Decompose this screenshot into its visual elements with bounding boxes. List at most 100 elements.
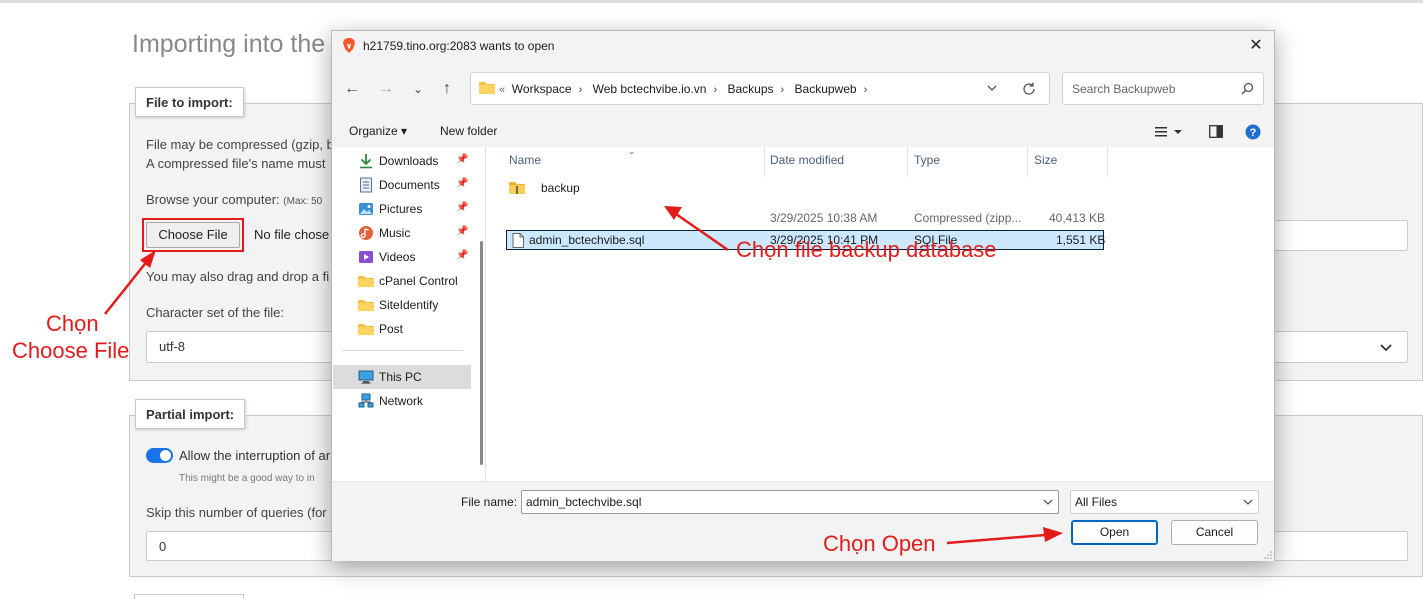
nav-item-label: Post bbox=[379, 322, 404, 336]
breadcrumb-overflow[interactable]: « bbox=[499, 84, 505, 96]
network-icon bbox=[358, 393, 374, 408]
column-divider[interactable] bbox=[907, 147, 908, 177]
breadcrumb-item[interactable]: Backups bbox=[727, 82, 773, 96]
nav-item-music[interactable]: Music 📌 bbox=[333, 221, 471, 245]
nav-item-label: This PC bbox=[379, 370, 422, 384]
file-date: 3/29/2025 10:38 AM bbox=[770, 211, 878, 225]
annotation-select-backup: Chọn file backup database bbox=[736, 237, 997, 262]
pin-icon: 📌 bbox=[456, 250, 469, 261]
annotation-choose-file-line1: Chọn bbox=[46, 311, 99, 336]
breadcrumb-separator-icon[interactable]: › bbox=[781, 84, 785, 96]
view-options-icon[interactable] bbox=[1154, 126, 1184, 138]
column-header-type[interactable]: Type bbox=[914, 153, 940, 167]
file-name-label: File name: bbox=[461, 495, 518, 509]
column-header-size[interactable]: Size bbox=[1034, 153, 1057, 167]
help-icon[interactable]: ? bbox=[1245, 124, 1261, 140]
recent-locations-chevron-icon[interactable]: ⌄ bbox=[406, 77, 430, 101]
this-pc-icon bbox=[358, 370, 374, 384]
svg-text:?: ? bbox=[1250, 127, 1257, 139]
pin-icon: 📌 bbox=[456, 226, 469, 237]
navigation-scrollbar[interactable] bbox=[480, 241, 483, 465]
folder-icon bbox=[358, 276, 374, 287]
column-header-date[interactable]: Date modified bbox=[770, 153, 844, 167]
pin-icon: 📌 bbox=[456, 154, 469, 165]
file-name: backup bbox=[541, 181, 580, 195]
close-icon[interactable]: ✕ bbox=[1246, 36, 1266, 56]
file-name: admin_bctechvibe.sql bbox=[529, 233, 645, 247]
nav-item-network[interactable]: Network bbox=[333, 389, 471, 413]
file-name-input[interactable]: admin_bctechvibe.sql bbox=[521, 490, 1059, 514]
nav-item-siteidentify[interactable]: SiteIdentify bbox=[333, 293, 471, 317]
column-header-name[interactable]: Name bbox=[509, 153, 541, 167]
breadcrumb-item[interactable]: Backupweb bbox=[795, 82, 857, 96]
annotation-arrow-choose-file bbox=[104, 250, 156, 315]
allow-interrupt-toggle[interactable] bbox=[146, 448, 173, 463]
folder-icon bbox=[358, 324, 374, 335]
nav-item-label: Videos bbox=[379, 250, 416, 264]
pictures-icon bbox=[359, 203, 373, 215]
breadcrumb-separator-icon[interactable]: › bbox=[713, 84, 717, 96]
browse-max-text: (Max: 50 bbox=[283, 196, 323, 207]
nav-item-downloads[interactable]: Downloads 📌 bbox=[333, 149, 471, 173]
refresh-icon[interactable] bbox=[1021, 81, 1037, 97]
cancel-button[interactable]: Cancel bbox=[1171, 520, 1258, 545]
file-size: 1,551 KB bbox=[1056, 233, 1106, 247]
chevron-down-icon[interactable] bbox=[985, 81, 999, 95]
search-box[interactable]: Search Backupweb bbox=[1062, 72, 1264, 105]
resize-grip-icon[interactable] bbox=[1264, 551, 1272, 559]
file-to-import-legend: File to import: bbox=[135, 87, 244, 117]
nav-item-videos[interactable]: Videos 📌 bbox=[333, 245, 471, 269]
nav-item-post[interactable]: Post bbox=[333, 317, 471, 341]
file-size: 40,413 KB bbox=[1049, 211, 1106, 225]
dialog-title: h21759.tino.org:2083 wants to open bbox=[363, 39, 555, 53]
charset-value: utf-8 bbox=[159, 339, 186, 354]
breadcrumb: « Workspace › Web bctechvibe.io.vn › Backu… bbox=[499, 82, 874, 96]
address-bar[interactable]: « Workspace › Web bctechvibe.io.vn › Backu… bbox=[470, 72, 1050, 105]
dialog-footer: File name: admin_bctechvibe.sql All File… bbox=[332, 481, 1274, 561]
annotation-choose-open: Chọn Open bbox=[823, 531, 936, 556]
search-icon bbox=[1241, 82, 1254, 95]
chevron-down-icon bbox=[1380, 344, 1392, 352]
new-folder-button[interactable]: New folder bbox=[440, 124, 497, 138]
drag-drop-note: You may also drag and drop a fi bbox=[146, 269, 330, 284]
forward-arrow-icon[interactable]: → bbox=[374, 77, 398, 101]
back-arrow-icon[interactable]: ← bbox=[340, 77, 364, 101]
breadcrumb-separator-icon[interactable]: › bbox=[579, 84, 583, 96]
next-section-legend bbox=[134, 594, 244, 599]
chevron-down-icon[interactable] bbox=[1042, 496, 1054, 508]
column-divider[interactable] bbox=[1027, 147, 1028, 177]
nav-item-cpanel-control[interactable]: cPanel Control bbox=[333, 269, 471, 293]
breadcrumb-separator-icon[interactable]: › bbox=[864, 84, 868, 96]
nav-item-label: Music bbox=[379, 226, 411, 240]
up-arrow-icon[interactable]: ↑ bbox=[435, 77, 459, 101]
annotation-choose-file-line2: Choose File bbox=[12, 338, 130, 363]
nav-item-pictures[interactable]: Pictures 📌 bbox=[333, 197, 471, 221]
column-divider[interactable] bbox=[1107, 147, 1108, 177]
interrupt-hint: This might be a good way to in bbox=[179, 473, 315, 484]
file-type: Compressed (zipp... bbox=[914, 211, 1022, 225]
compress-note-line1: File may be compressed (gzip, b bbox=[146, 137, 334, 152]
skip-queries-label: Skip this number of queries (for bbox=[146, 505, 327, 520]
file-name-value: admin_bctechvibe.sql bbox=[526, 495, 642, 509]
preview-pane-icon[interactable] bbox=[1209, 125, 1223, 138]
open-button[interactable]: Open bbox=[1071, 520, 1158, 545]
nav-item-this-pc[interactable]: This PC bbox=[333, 365, 471, 389]
breadcrumb-item[interactable]: Workspace bbox=[512, 82, 572, 96]
nav-item-documents[interactable]: Documents 📌 bbox=[333, 173, 471, 197]
file-path-bar bbox=[1272, 220, 1408, 251]
documents-icon bbox=[360, 177, 372, 193]
file-row[interactable]: backup bbox=[506, 178, 1104, 198]
pane-divider[interactable] bbox=[485, 147, 486, 481]
column-divider[interactable] bbox=[764, 147, 765, 177]
annotation-arrow-open bbox=[946, 527, 1063, 545]
browse-label: Browse your computer: (Max: 50 bbox=[146, 192, 322, 207]
nav-item-label: Network bbox=[379, 394, 424, 408]
organize-button[interactable]: Organize ▾ bbox=[349, 124, 407, 138]
nav-item-label: cPanel Control bbox=[379, 274, 458, 288]
charset-label: Character set of the file: bbox=[146, 305, 285, 320]
breadcrumb-item[interactable]: Web bctechvibe.io.vn bbox=[593, 82, 707, 96]
download-icon bbox=[360, 154, 372, 169]
navigation-pane: Downloads 📌 Documents 📌 Pictures 📌 Music… bbox=[333, 147, 480, 481]
command-bar: Organize ▾ New folder ? bbox=[332, 117, 1274, 147]
file-type-select[interactable]: All Files bbox=[1070, 490, 1259, 514]
